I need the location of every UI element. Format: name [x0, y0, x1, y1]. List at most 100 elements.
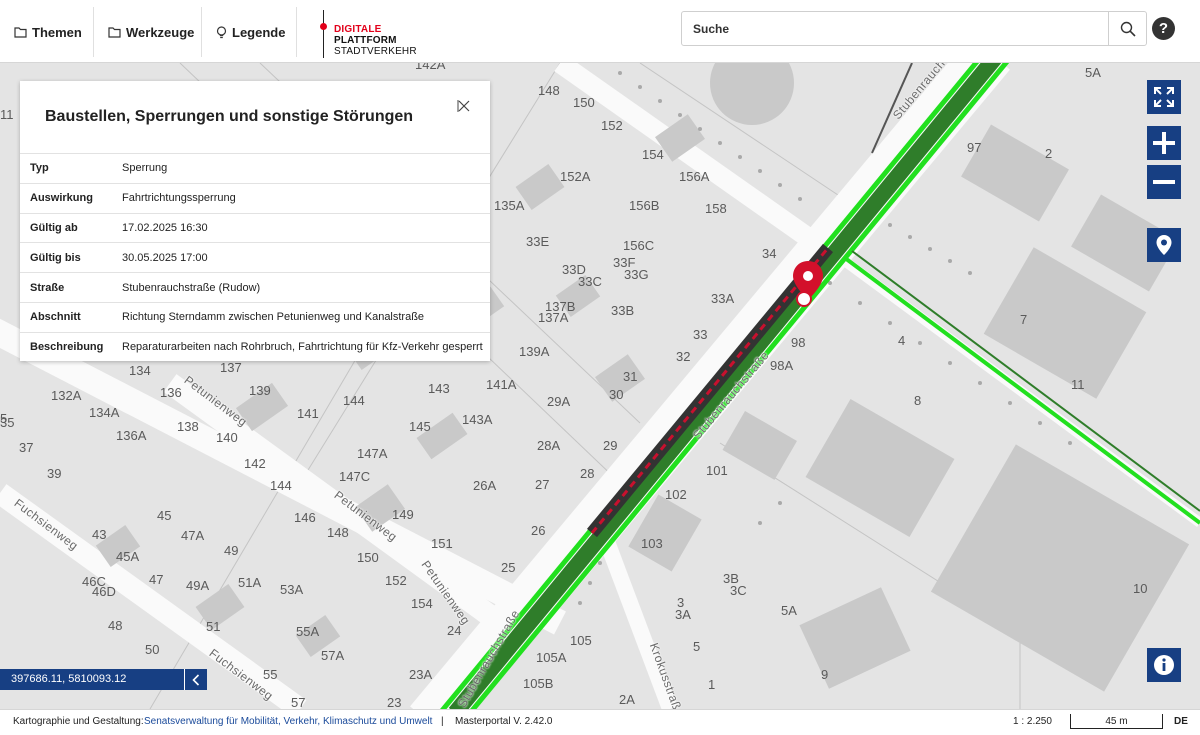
menu-legend[interactable]: Legende: [216, 7, 285, 57]
logo-line1: DIGITALE: [334, 24, 382, 35]
house-number: 46D: [92, 584, 116, 599]
house-number: 101: [706, 463, 728, 478]
house-number: 141A: [486, 377, 517, 392]
zoom-out-icon: [1153, 180, 1175, 184]
row-value: Sperrung: [122, 162, 168, 175]
house-number: 152: [601, 118, 623, 133]
house-number: 146: [294, 510, 316, 525]
table-row: Auswirkung Fahrtrichtungssperrung: [20, 183, 490, 213]
house-number: 57: [291, 695, 306, 709]
house-number: 53A: [280, 582, 304, 597]
search-input[interactable]: [682, 12, 1109, 45]
house-number: 139A: [519, 344, 550, 359]
zoom-out-button[interactable]: [1147, 165, 1181, 199]
house-number: 23: [387, 695, 402, 709]
collapse-coordinates-button[interactable]: [184, 669, 207, 690]
house-number: 47A: [181, 528, 205, 543]
cartography-link[interactable]: Senatsverwaltung für Mobilität, Verkehr,…: [144, 716, 432, 727]
house-number: 33A: [711, 291, 735, 306]
house-number: 97: [967, 140, 982, 155]
house-number: 11: [0, 107, 14, 122]
house-number: 51: [206, 619, 221, 634]
house-number: 149: [392, 507, 414, 522]
house-number: 7: [1020, 312, 1028, 327]
info-button[interactable]: [1147, 648, 1181, 682]
house-number: 9: [821, 667, 829, 682]
house-number: 26A: [473, 478, 497, 493]
house-number: 33: [693, 327, 708, 342]
house-number: 141: [297, 406, 319, 421]
row-key: Straße: [30, 281, 65, 294]
house-number: 98A: [770, 358, 794, 373]
logo-line3: STADTVERKEHR: [334, 46, 417, 57]
house-number: 23A: [409, 667, 433, 682]
house-number: 156B: [629, 198, 660, 213]
house-number: 33G: [624, 267, 649, 282]
row-key: Typ: [30, 162, 49, 175]
footer: Kartographie und Gestaltung: Senatsverwa…: [0, 709, 1200, 735]
logo-dot: [320, 23, 327, 30]
search-box: [681, 11, 1147, 46]
house-number: 25: [501, 560, 516, 575]
house-number: 47: [149, 572, 164, 587]
house-number: 30: [609, 387, 624, 402]
feature-info-panel: Baustellen, Sperrungen und sonstige Stör…: [20, 81, 490, 361]
zoom-in-button[interactable]: [1147, 126, 1181, 160]
close-button[interactable]: [456, 98, 472, 114]
scale-label: 1 : 2.250: [1013, 716, 1052, 727]
search-button[interactable]: [1108, 12, 1146, 45]
house-number: 147A: [357, 446, 388, 461]
locate-button[interactable]: [1147, 228, 1181, 262]
menu-tools[interactable]: Werkzeuge: [108, 7, 194, 57]
top-bar: Themen Werkzeuge Legende DIGITALE PLATTF…: [0, 0, 1200, 63]
house-number: 134: [129, 363, 151, 378]
house-number: 132A: [51, 388, 82, 403]
house-number: 5A: [1085, 65, 1101, 80]
house-number: 4: [898, 333, 906, 348]
house-number: 148: [327, 525, 349, 540]
fullscreen-button[interactable]: [1147, 80, 1181, 114]
house-number: 156A: [679, 169, 710, 184]
location-pin-icon: [793, 261, 823, 307]
row-value: 30.05.2025 17:00: [122, 251, 208, 264]
table-row: Abschnitt Richtung Sterndamm zwischen Pet…: [20, 302, 490, 332]
version-label: Masterportal V. 2.42.0: [455, 716, 553, 727]
house-number: 148: [538, 83, 560, 98]
scale-bar-label: 45 m: [1105, 715, 1128, 727]
row-key: Auswirkung: [30, 192, 93, 205]
table-row: Straße Stubenrauchstraße (Rudow): [20, 272, 490, 303]
house-number: 8: [914, 393, 922, 408]
house-number: 11: [1071, 377, 1085, 392]
row-value: Reparaturarbeiten nach Rohrbruch, Fahrtr…: [122, 341, 483, 354]
logo-tower-icon: [323, 10, 324, 58]
folder-icon: [14, 27, 27, 38]
menu-themes[interactable]: Themen: [14, 7, 82, 57]
folder-icon: [108, 27, 121, 38]
house-number: 105B: [523, 676, 554, 691]
language-switch[interactable]: DE: [1174, 716, 1188, 727]
house-number: 49: [224, 543, 239, 558]
house-number: 145: [409, 419, 431, 434]
house-number: 135A: [494, 198, 525, 213]
house-number: 50: [145, 642, 160, 657]
house-number: 143: [428, 381, 450, 396]
house-number: 3A: [675, 607, 691, 622]
help-button[interactable]: ?: [1152, 17, 1175, 40]
house-number: 29A: [547, 394, 571, 409]
house-number: 156C: [623, 238, 655, 253]
house-number: 33B: [611, 303, 635, 318]
info-icon: [1154, 655, 1174, 675]
house-number: 48: [108, 618, 123, 633]
menu-divider: [296, 7, 297, 57]
house-number: 57A: [321, 648, 345, 663]
house-number: 105A: [536, 650, 567, 665]
house-number: 158: [705, 201, 727, 216]
house-number: 2A: [619, 692, 635, 707]
house-number: 49A: [186, 578, 210, 593]
table-row: Gültig ab 17.02.2025 16:30: [20, 213, 490, 243]
row-value: Stubenrauchstraße (Rudow): [122, 281, 261, 294]
house-number: 98: [791, 335, 806, 350]
house-number: 45: [157, 508, 172, 523]
panel-title: Baustellen, Sperrungen und sonstige Stör…: [45, 108, 414, 125]
row-key: Gültig ab: [30, 221, 78, 234]
